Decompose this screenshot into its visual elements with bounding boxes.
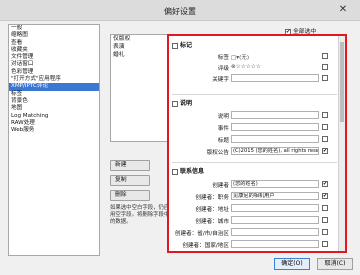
checkbox-icon[interactable] xyxy=(322,229,328,235)
field-label: 创建者：省/市/自治区 xyxy=(174,231,229,237)
section-contact: 联系信息 xyxy=(172,166,204,175)
field-label: 关键字 xyxy=(212,77,229,83)
category-item[interactable]: 背景色 xyxy=(9,98,99,105)
hint-text: 如果选中空白字段，仍应用空字段。将删除字段中的数据。 xyxy=(110,205,170,225)
rating-stars[interactable]: ⊗☆☆☆☆☆ xyxy=(231,64,261,70)
category-item[interactable]: 缩略图 xyxy=(9,32,99,39)
copyright-input[interactable]: (C)2015 (您的姓名), all rights reser xyxy=(231,147,319,155)
field-row-title: 标题 xyxy=(169,135,341,144)
category-list[interactable]: 一般 缩略图 查看 收藏夹 文件管理 对话窗口 色彩管理 "打开方式"应用程序 … xyxy=(8,24,100,256)
close-icon[interactable]: ✕ xyxy=(334,2,352,18)
category-item[interactable]: 标签 xyxy=(9,91,99,98)
window-title: 偏好设置 xyxy=(164,7,196,16)
label-select[interactable]: □▾(无) xyxy=(231,53,249,61)
checkbox-icon[interactable] xyxy=(322,136,328,142)
checkbox-icon[interactable] xyxy=(322,241,328,247)
category-item[interactable]: 地图 xyxy=(9,105,99,112)
field-row-label: 标签 □▾(无) xyxy=(169,52,341,61)
section-description: 说明 xyxy=(172,98,192,107)
field-row-description: 说明 xyxy=(169,111,341,120)
field-label: 事件 xyxy=(217,126,229,132)
checkbox-icon[interactable] xyxy=(172,100,178,107)
field-row-creator: 创建者 (您的姓名) ✔ xyxy=(169,180,341,189)
field-label: 评级 xyxy=(217,66,229,72)
copy-button[interactable]: 复制 xyxy=(110,175,150,186)
field-label: 标题 xyxy=(217,138,229,144)
category-item-xmp-iptc[interactable]: XMP/IPTC评论 xyxy=(9,83,99,91)
field-row-job: 创建者：职务 见康尼的相机用户 ✔ xyxy=(169,192,341,201)
checkbox-icon[interactable]: ✔ xyxy=(322,181,328,187)
checkbox-icon[interactable] xyxy=(322,64,328,70)
cancel-button[interactable]: 取消(C) xyxy=(317,258,353,270)
preset-list[interactable]: 仅版权 表演 婚礼 xyxy=(110,34,170,142)
xmp-fields-panel: 标记 标签 □▾(无) 评级 ⊗☆☆☆☆☆ 关键字 说明 说明 事件 标题 版权… xyxy=(167,34,347,253)
field-row-event: 事件 xyxy=(169,123,341,132)
field-row-rating: 评级 ⊗☆☆☆☆☆ xyxy=(169,63,341,72)
field-label: 创建者：国家/地区 xyxy=(182,243,229,249)
section-title: 标记 xyxy=(180,42,193,49)
title-input[interactable] xyxy=(231,135,319,143)
preset-item[interactable]: 仅版权 xyxy=(111,35,169,43)
field-row-copyright: 版权公告 (C)2015 (您的姓名), all rights reser ✔ xyxy=(169,147,341,156)
checkbox-icon[interactable]: ✔ xyxy=(322,193,328,199)
delete-button[interactable]: 删除 xyxy=(110,190,150,201)
field-label: 创建者：地址 xyxy=(195,207,229,213)
field-label: 创建者 xyxy=(212,183,229,189)
ok-button[interactable]: 确定(O) xyxy=(274,258,310,270)
country-input[interactable] xyxy=(231,240,319,248)
category-item[interactable]: 对话窗口 xyxy=(9,61,99,68)
field-label: 版权公告 xyxy=(206,150,229,156)
checkbox-icon[interactable] xyxy=(172,168,178,175)
field-row-address: 创建者：地址 xyxy=(169,204,341,213)
job-input[interactable]: 见康尼的相机用户 xyxy=(231,192,319,200)
event-input[interactable] xyxy=(231,123,319,131)
checkbox-icon[interactable] xyxy=(322,124,328,130)
section-marks: 标记 xyxy=(172,40,192,49)
checkbox-icon[interactable] xyxy=(322,112,328,118)
category-item[interactable]: Web服务 xyxy=(9,127,99,134)
divider xyxy=(172,94,337,95)
section-title: 联系信息 xyxy=(180,168,205,175)
address-input[interactable] xyxy=(231,204,319,212)
field-row-keyword: 关键字 xyxy=(169,74,341,83)
checkbox-icon[interactable] xyxy=(172,42,178,49)
new-button[interactable]: 新建 xyxy=(110,160,150,171)
checkbox-icon[interactable] xyxy=(322,217,328,223)
category-item[interactable]: 查看 xyxy=(9,40,99,47)
checkbox-icon[interactable] xyxy=(322,205,328,211)
window-titlebar: 偏好设置 ✕ xyxy=(0,0,360,21)
preset-item[interactable]: 表演 xyxy=(111,43,169,51)
section-title: 说明 xyxy=(180,100,193,107)
field-row-country: 创建者：国家/地区 xyxy=(169,240,341,249)
creator-input[interactable]: (您的姓名) xyxy=(231,180,319,188)
field-label: 创建者：职务 xyxy=(195,195,229,201)
field-label: 创建者：城市 xyxy=(195,219,229,225)
state-input[interactable] xyxy=(231,228,319,236)
divider xyxy=(172,162,337,163)
field-row-city: 创建者：城市 xyxy=(169,216,341,225)
checkbox-icon[interactable]: ✔ xyxy=(322,148,328,154)
description-input[interactable] xyxy=(231,111,319,119)
keyword-input[interactable] xyxy=(231,74,319,82)
category-item[interactable]: 色彩管理 xyxy=(9,69,99,76)
city-input[interactable] xyxy=(231,216,319,224)
field-label: 标签 xyxy=(217,55,229,61)
checkbox-icon[interactable] xyxy=(322,53,328,59)
field-row-state: 创建者：省/市/自治区 xyxy=(169,228,341,237)
preset-item[interactable]: 婚礼 xyxy=(111,51,169,59)
category-item[interactable]: Log Matching xyxy=(9,113,99,120)
field-label: 说明 xyxy=(217,114,229,120)
checkbox-icon[interactable] xyxy=(322,75,328,81)
